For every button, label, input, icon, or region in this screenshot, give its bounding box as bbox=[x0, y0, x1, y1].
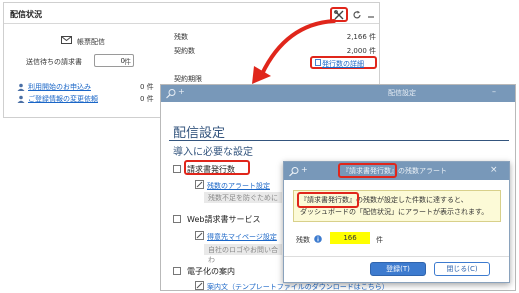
dialog-title-rest: の残数アラート bbox=[398, 167, 447, 175]
settings-subheading: 導入に必要な設定 bbox=[173, 147, 253, 158]
user-icon bbox=[17, 83, 25, 91]
application-link[interactable]: 利用開始のお申込み bbox=[28, 82, 91, 92]
edit-icon bbox=[195, 231, 204, 240]
mail-icon bbox=[61, 35, 73, 45]
contract-period-label: 契約期限 bbox=[174, 75, 202, 83]
remaining-count-input[interactable]: 166 bbox=[330, 232, 370, 244]
dialog-title-highlight-text: 『請求書発行数』 bbox=[342, 167, 398, 175]
search-icon[interactable] bbox=[165, 88, 177, 99]
dialog-titlebar: + 『請求書発行数』の残数アラート × bbox=[284, 162, 509, 180]
section-hint: 自社のロゴやお問い合わ bbox=[204, 244, 282, 264]
register-button[interactable]: 登録(T) bbox=[370, 262, 426, 276]
alert-dialog: + 『請求書発行数』の残数アラート × 『請求書発行数』の残数が設定した件数に達… bbox=[283, 161, 510, 283]
widget-title: 配信状況 bbox=[10, 10, 42, 19]
minimize-icon[interactable] bbox=[366, 9, 376, 20]
edit-icon bbox=[195, 281, 204, 290]
dialog-title: 『請求書発行数』の残数アラート bbox=[342, 166, 447, 176]
flow-arrow bbox=[252, 19, 336, 84]
message-highlight-box bbox=[297, 192, 359, 208]
section-hint: 残数不足を防ぐために bbox=[204, 192, 282, 203]
edit-icon bbox=[195, 180, 204, 189]
checkbox[interactable] bbox=[173, 215, 181, 223]
close-button[interactable]: 閉じる(C) bbox=[434, 262, 490, 276]
remaining-label: 残数 bbox=[174, 33, 188, 41]
info-change-link[interactable]: ご登録情報の変更依頼 bbox=[28, 94, 98, 104]
info-icon[interactable] bbox=[314, 235, 322, 243]
close-icon[interactable]: × bbox=[490, 165, 498, 175]
heading-divider bbox=[169, 140, 509, 141]
user-icon bbox=[17, 95, 25, 103]
template-link[interactable]: 案内文（テンプレートファイルのダウンロードはこちら） bbox=[207, 282, 389, 290]
contract-label: 契約数 bbox=[174, 47, 195, 55]
section-digitization: 電子化の案内 bbox=[187, 267, 235, 276]
message-line-1-rest: の残数が設定した件数に達すると、 bbox=[356, 196, 468, 204]
application-count: 0 件 bbox=[140, 83, 154, 91]
window-minimize-icon[interactable]: – bbox=[492, 87, 496, 96]
pending-invoices-label: 送信待ちの請求書 bbox=[26, 58, 82, 66]
search-icon[interactable] bbox=[288, 166, 300, 177]
settings-heading: 配信設定 bbox=[173, 126, 226, 141]
dialog-divider bbox=[284, 256, 509, 257]
message-highlight: 『請求書発行数』 bbox=[297, 192, 359, 208]
section-web-invoice: Web請求書サービス bbox=[187, 215, 261, 224]
message-line-1: 『請求書発行数』の残数が設定した件数に達すると、 bbox=[297, 192, 494, 208]
pending-invoices-field[interactable]: 0 件 bbox=[94, 54, 134, 67]
plus-icon[interactable]: + bbox=[301, 165, 308, 174]
settings-titlebar: + 配信設定 – bbox=[161, 85, 515, 102]
remaining-count-unit: 件 bbox=[376, 236, 383, 244]
checkbox[interactable] bbox=[173, 165, 181, 173]
checkbox[interactable] bbox=[173, 267, 181, 275]
dialog-message: 『請求書発行数』の残数が設定した件数に達すると、 ダッシュボードの「配信状況」に… bbox=[293, 190, 501, 222]
remaining-count-label: 残数 bbox=[296, 236, 310, 244]
info-change-count: 0 件 bbox=[140, 95, 154, 103]
mypage-setting-link[interactable]: 得意先マイページ設定 bbox=[207, 232, 277, 242]
section-invoice-count: 請求書発行数 bbox=[187, 165, 235, 174]
alert-setting-link[interactable]: 残数のアラート設定 bbox=[207, 181, 270, 191]
plus-icon[interactable]: + bbox=[178, 87, 185, 96]
settings-window-title: 配信設定 bbox=[388, 89, 416, 97]
pending-invoices-unit: 件 bbox=[124, 58, 131, 66]
mail-delivery-label: 帳票配信 bbox=[77, 38, 105, 46]
